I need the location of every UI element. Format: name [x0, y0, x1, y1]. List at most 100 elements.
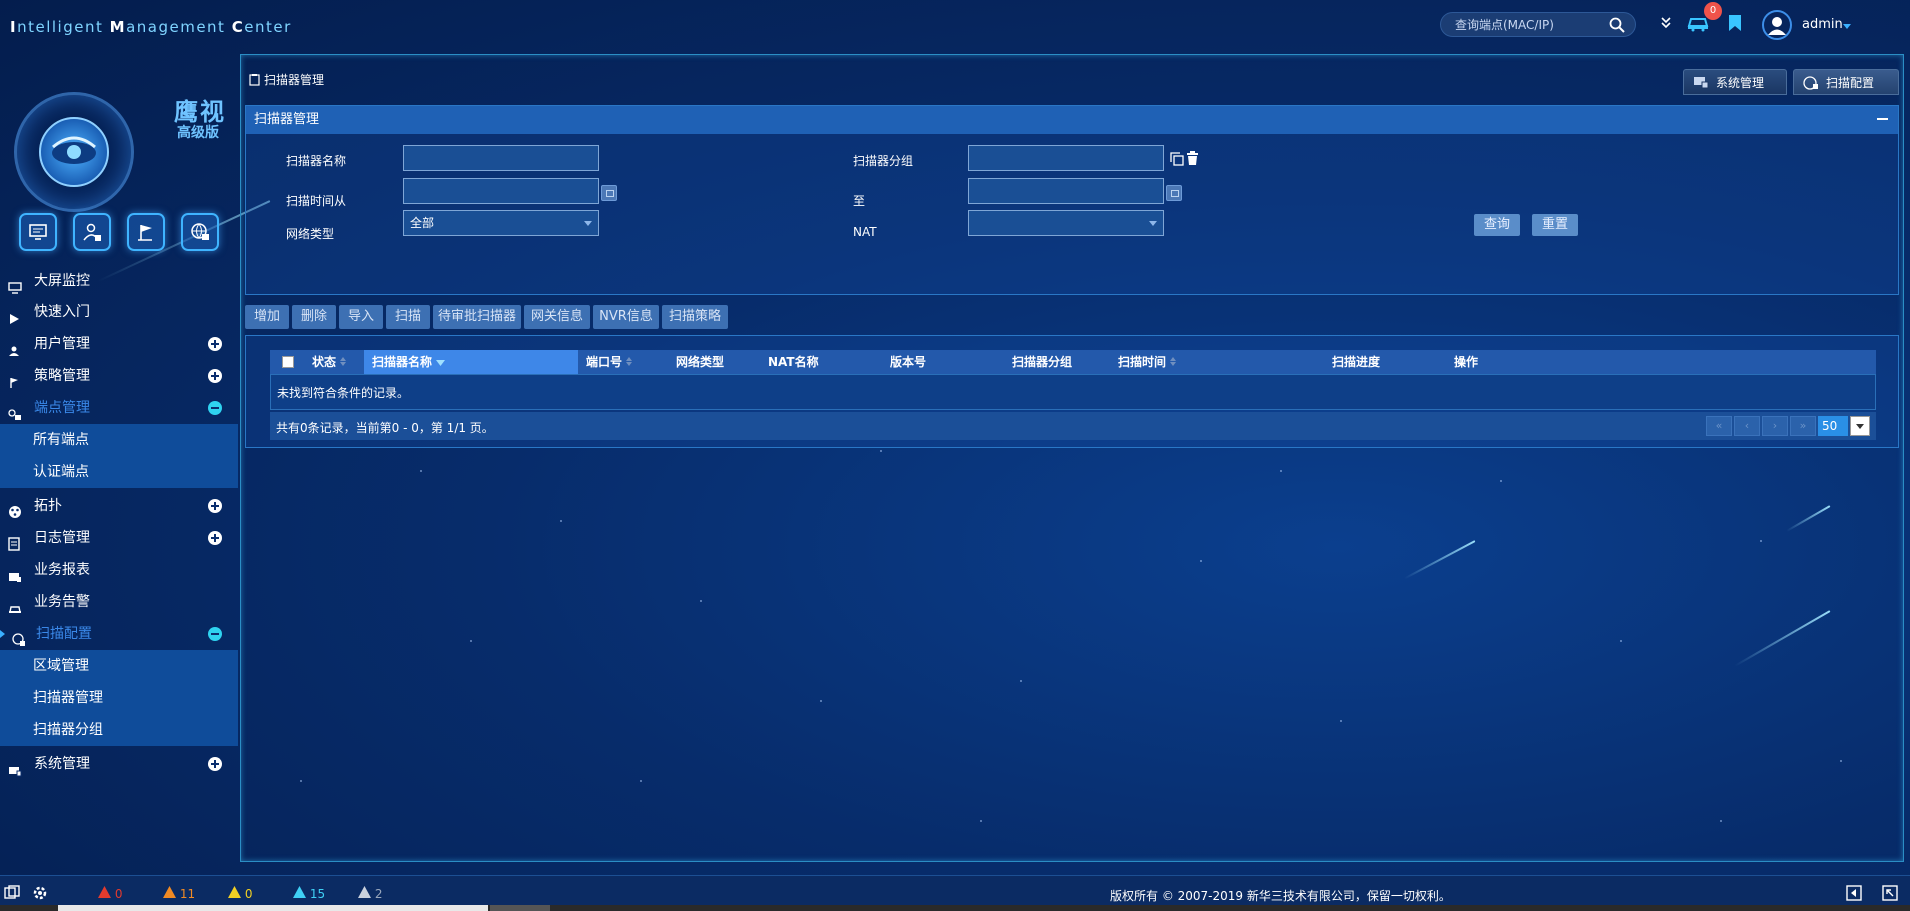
- eagle-logo: [14, 92, 134, 212]
- sidebar-item-business-alarm[interactable]: 业务告警: [0, 586, 238, 618]
- bookmark-icon[interactable]: [1728, 14, 1742, 36]
- warning-alarm-count[interactable]: 15: [293, 886, 325, 901]
- sidebar-item-scanner-group[interactable]: 扫描器分组: [0, 714, 238, 746]
- scan-time-to-input[interactable]: [968, 178, 1164, 204]
- collapse-icon[interactable]: [208, 401, 222, 415]
- scanner-name-label: 扫描器名称: [286, 154, 347, 168]
- scanner-group-label: 扫描器分组: [853, 154, 914, 168]
- quick-user-button[interactable]: [73, 213, 111, 251]
- query-button[interactable]: 查询: [1474, 214, 1520, 236]
- add-button[interactable]: 增加: [245, 305, 289, 329]
- endpoint-search-input[interactable]: [1455, 16, 1605, 34]
- column-nat-name[interactable]: NAT名称: [768, 350, 819, 374]
- column-network-type[interactable]: 网络类型: [676, 350, 724, 374]
- sort-icon: [340, 350, 347, 374]
- sidebar-item-topology[interactable]: 拓扑: [0, 490, 238, 522]
- chevron-down-icon[interactable]: [1842, 19, 1852, 34]
- expand-icon[interactable]: [208, 531, 222, 545]
- column-scan-time[interactable]: 扫描时间: [1118, 350, 1177, 374]
- fullscreen-icon[interactable]: [1882, 885, 1898, 905]
- warning-icon: [228, 886, 241, 898]
- endpoint-submenu: 所有端点 认证端点: [0, 424, 238, 488]
- avatar[interactable]: [1762, 10, 1792, 40]
- pending-scanners-button[interactable]: 待审批扫描器: [433, 305, 521, 329]
- sidebar-item-user-management[interactable]: 用户管理: [0, 328, 238, 360]
- column-actions: 操作: [1454, 355, 1479, 369]
- calendar-icon[interactable]: [601, 185, 617, 201]
- nat-select[interactable]: [968, 210, 1164, 236]
- prev-page-icon[interactable]: ‹: [1734, 416, 1760, 436]
- copy-icon[interactable]: [1170, 152, 1184, 170]
- column-version[interactable]: 版本号: [890, 350, 926, 374]
- network-type-select[interactable]: 全部: [403, 210, 599, 236]
- sidebar-item-policy-management[interactable]: 策略管理: [0, 360, 238, 392]
- collapse-icon[interactable]: [1877, 118, 1888, 120]
- expand-icon[interactable]: [208, 337, 222, 351]
- sidebar-item-endpoint-management[interactable]: 端点管理: [0, 392, 238, 424]
- expand-icon[interactable]: [208, 369, 222, 383]
- expand-icon[interactable]: [208, 757, 222, 771]
- page-size-value[interactable]: 50: [1818, 416, 1848, 436]
- sidebar-item-area-management[interactable]: 区域管理: [0, 650, 238, 682]
- column-scanner-group[interactable]: 扫描器分组: [1012, 350, 1072, 374]
- trash-icon[interactable]: [1186, 151, 1199, 170]
- tab-scan-config[interactable]: 扫描配置: [1793, 69, 1899, 95]
- sidebar-item-scanner-management[interactable]: 扫描器管理: [0, 682, 238, 714]
- scan-time-from-input[interactable]: [403, 178, 599, 204]
- sidebar-item-log-management[interactable]: 日志管理: [0, 522, 238, 554]
- column-scan-progress[interactable]: 扫描进度: [1332, 350, 1380, 374]
- clipboard-icon: [249, 73, 260, 89]
- scan-time-to-label: 至: [853, 194, 866, 208]
- sort-desc-icon: [436, 350, 446, 374]
- sidebar-item-business-report[interactable]: 业务报表: [0, 554, 238, 586]
- last-page-icon[interactable]: »: [1790, 416, 1816, 436]
- gear-icon[interactable]: [32, 885, 48, 905]
- sidebar-item-scan-config[interactable]: 扫描配置: [0, 618, 238, 650]
- minor-alarm-count[interactable]: 0: [228, 886, 252, 901]
- select-all-checkbox[interactable]: [282, 356, 294, 368]
- window-icon[interactable]: [4, 885, 20, 905]
- page-size-dropdown[interactable]: [1850, 416, 1870, 436]
- scanner-table-panel: 状态 扫描器名称 端口号 网络类型 NAT名称 版本号 扫描器分组 扫描时间 扫…: [245, 335, 1899, 448]
- search-icon[interactable]: [1609, 17, 1625, 37]
- sidebar-item-auth-endpoints[interactable]: 认证端点: [0, 456, 238, 488]
- quick-policy-button[interactable]: [127, 213, 165, 251]
- alarm-count-badge: 0: [1704, 2, 1722, 20]
- sidebar-item-system-management[interactable]: 系统管理: [0, 748, 238, 780]
- expand-icon[interactable]: [208, 499, 222, 513]
- scan-policy-button[interactable]: 扫描策略: [662, 305, 728, 329]
- username[interactable]: admin: [1802, 17, 1843, 32]
- scanner-group-input[interactable]: [968, 145, 1164, 171]
- sidebar-item-all-endpoints[interactable]: 所有端点: [0, 424, 238, 456]
- sidebar-item-quick-start[interactable]: 快速入门: [0, 296, 238, 328]
- active-arrow-icon: [0, 630, 5, 638]
- network-type-label: 网络类型: [286, 227, 335, 241]
- scan-button[interactable]: 扫描: [386, 305, 430, 329]
- info-alarm-count[interactable]: 2: [358, 886, 382, 901]
- column-scanner-name[interactable]: 扫描器名称: [364, 350, 578, 374]
- major-alarm-count[interactable]: 11: [163, 886, 195, 901]
- calendar-icon[interactable]: [1166, 185, 1182, 201]
- sidebar-item-big-screen[interactable]: 大屏监控: [0, 266, 238, 296]
- delete-button[interactable]: 删除: [292, 305, 336, 329]
- gateway-info-button[interactable]: 网关信息: [524, 305, 590, 329]
- reset-button[interactable]: 重置: [1532, 214, 1578, 236]
- collapse-icon[interactable]: [208, 627, 222, 641]
- import-button[interactable]: 导入: [339, 305, 383, 329]
- tab-system-management[interactable]: 系统管理: [1683, 69, 1787, 95]
- first-page-icon[interactable]: «: [1706, 416, 1732, 436]
- next-page-icon[interactable]: ›: [1762, 416, 1788, 436]
- double-chevron-down-icon[interactable]: [1660, 16, 1672, 34]
- quick-monitor-button[interactable]: [19, 213, 57, 251]
- column-port[interactable]: 端口号: [586, 350, 633, 374]
- critical-alarm-count[interactable]: 0: [98, 886, 122, 901]
- scanner-name-input[interactable]: [403, 145, 599, 171]
- nvr-info-button[interactable]: NVR信息: [593, 305, 659, 329]
- horizontal-scrollbar[interactable]: [0, 905, 1910, 911]
- column-status[interactable]: 状态: [312, 350, 347, 374]
- collapse-panel-icon[interactable]: [1846, 885, 1862, 905]
- quick-scan-button[interactable]: [181, 213, 219, 251]
- eagle-eye-icon: [39, 117, 109, 187]
- chevron-down-icon: [584, 221, 592, 226]
- sort-icon: [626, 350, 633, 374]
